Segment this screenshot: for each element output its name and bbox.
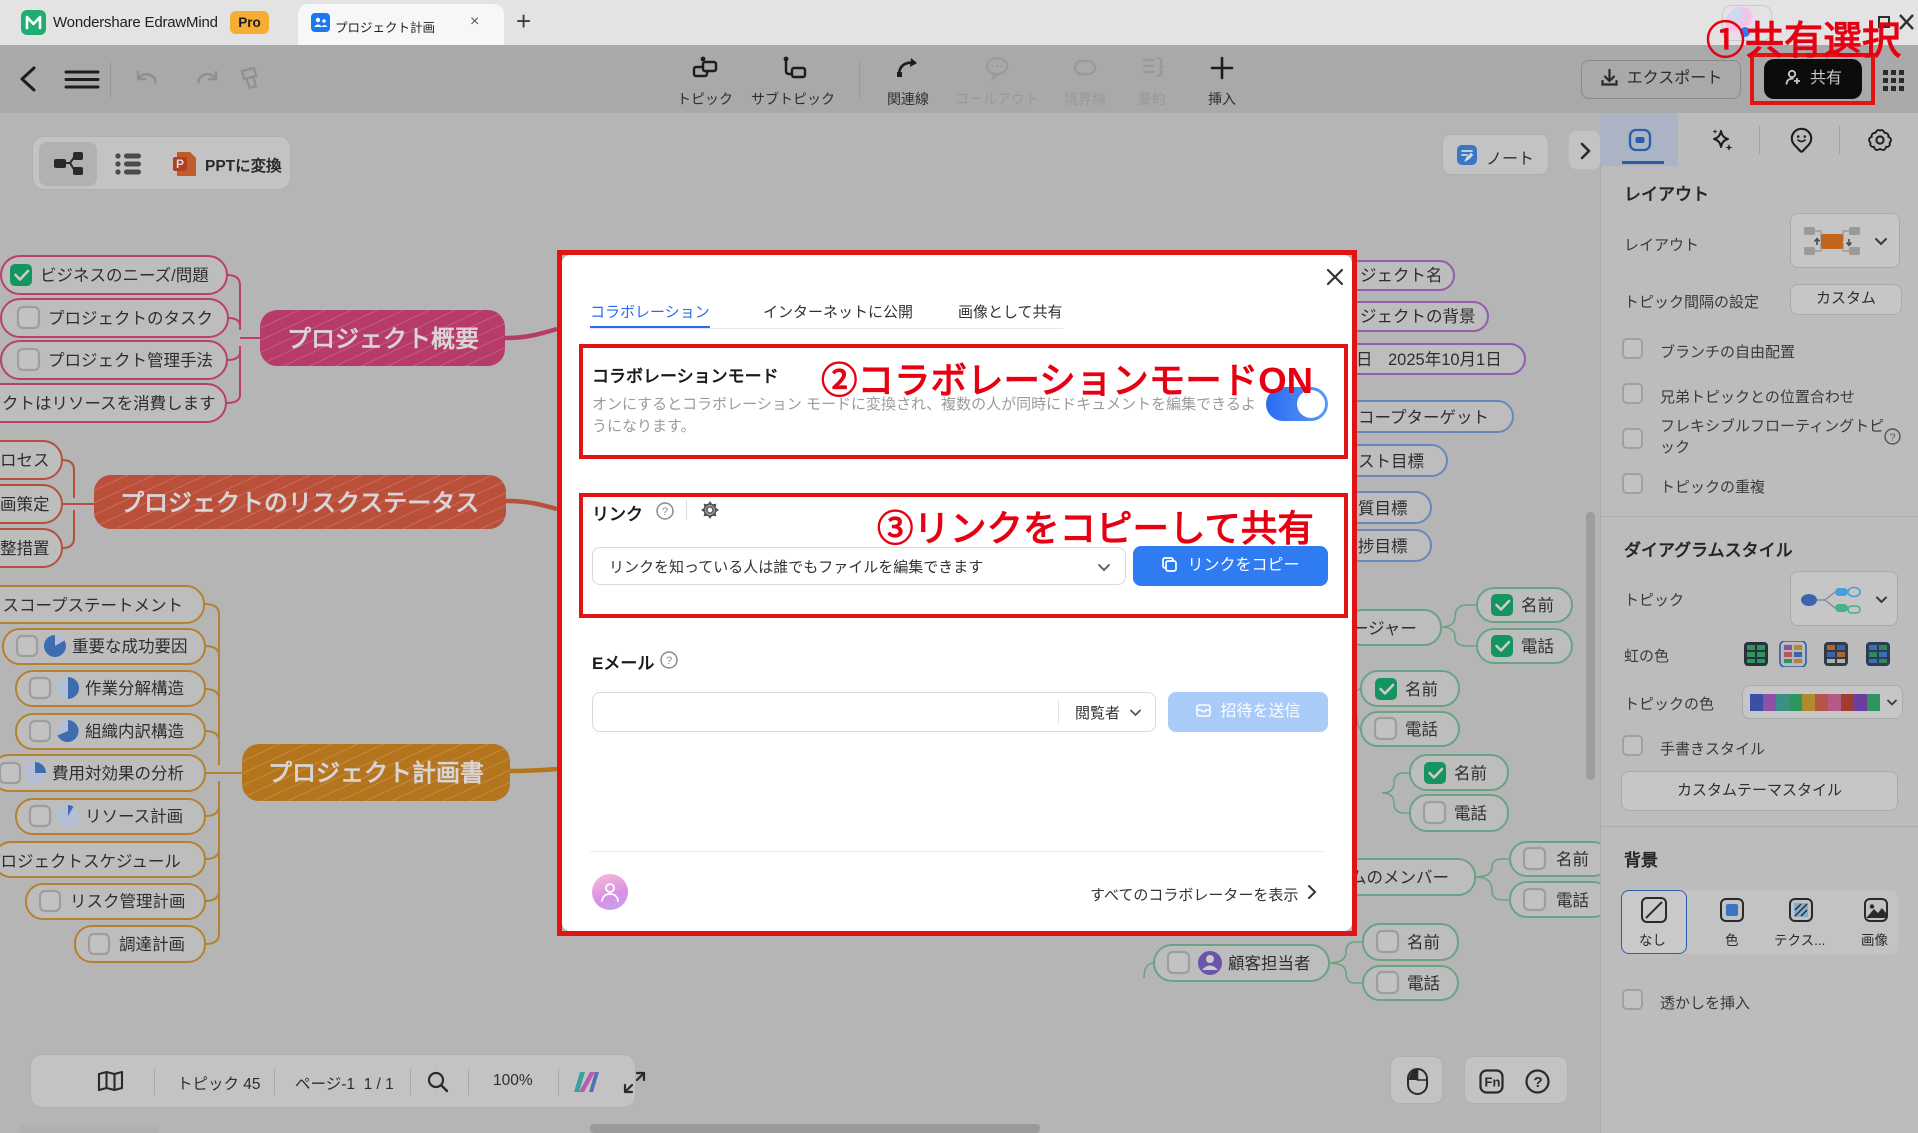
svg-text:コープターゲット: コープターゲット [1358,408,1489,427]
svg-text:名前: 名前 [1454,764,1487,783]
svg-text:作業分解構造: 作業分解構造 [85,679,185,698]
svg-text:費用対効果の分析: 費用対効果の分析 [52,764,184,783]
svg-text:ムのメンバー: ムのメンバー [1350,869,1449,887]
svg-text:捗目標: 捗目標 [1358,537,1408,556]
svg-text:名前: 名前 [1407,933,1440,952]
svg-text:プロジェクト概要: プロジェクト概要 [287,326,479,353]
svg-text:画策定: 画策定 [0,495,50,514]
svg-text:?: ? [1534,1074,1543,1091]
svg-text:整措置: 整措置 [0,539,50,558]
svg-text:名前: 名前 [1521,596,1554,615]
svg-text:重要な成功要因: 重要な成功要因 [72,637,188,656]
svg-text:プロジェクト管理手法: プロジェクト管理手法 [48,351,213,370]
svg-text:組織内訳構造: 組織内訳構造 [85,722,185,741]
svg-text:ロセス: ロセス [0,452,50,470]
svg-text:電話: 電話 [1454,804,1487,823]
svg-text:クトはリソースを消費します: クトはリソースを消費します [2,394,216,413]
svg-text:ビジネスのニーズ/問題: ビジネスのニーズ/問題 [40,266,209,285]
svg-text:ージャー: ージャー [1352,620,1417,638]
svg-text:リソース計画: リソース計画 [85,807,183,826]
svg-text:電話: 電話 [1556,891,1589,910]
svg-text:リスク管理計画: リスク管理計画 [70,892,186,911]
svg-text:Fn: Fn [1485,1075,1501,1090]
svg-text:トスコープステートメント: トスコープステートメント [0,596,183,615]
svg-text:電話: 電話 [1521,637,1554,656]
svg-text:スト目標: スト目標 [1358,452,1424,471]
svg-text:P: P [176,157,184,171]
svg-text:?: ? [1890,432,1896,444]
svg-text:電話: 電話 [1405,720,1438,739]
svg-text:ジェクトの背景: ジェクトの背景 [1360,307,1476,326]
svg-text:質目標: 質目標 [1358,499,1408,518]
svg-text:名前: 名前 [1556,850,1589,869]
svg-text:電話: 電話 [1407,974,1440,993]
svg-text:日: 日 [1356,351,1373,369]
svg-text:2025年10月1日: 2025年10月1日 [1388,350,1502,369]
svg-text:プロジェクト計画書: プロジェクト計画書 [268,759,484,787]
svg-text:調達計画: 調達計画 [119,935,185,954]
svg-text:プロジェクトのタスク: プロジェクトのタスク [48,309,213,328]
svg-text:名前: 名前 [1405,680,1438,699]
svg-text:プロジェクトスケジュール: プロジェクトスケジュール [0,852,181,871]
svg-text:ジェクト名: ジェクト名 [1360,266,1443,285]
svg-text:プロジェクトのリスクステータス: プロジェクトのリスクステータス [120,490,479,517]
svg-text:顧客担当者: 顧客担当者 [1228,954,1311,973]
